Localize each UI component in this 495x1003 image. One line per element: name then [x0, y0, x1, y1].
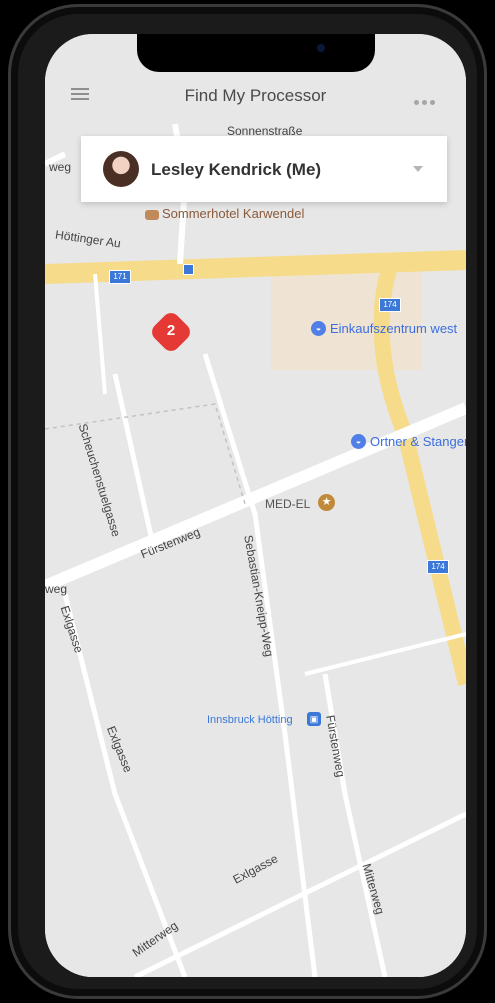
star-icon[interactable]: ★ [318, 494, 335, 511]
bus-stop-icon [183, 264, 194, 275]
poi-label[interactable]: Einkaufszentrum west [330, 321, 457, 336]
hotel-name: Sommerhotel Karwendel [162, 206, 305, 221]
more-options-icon[interactable] [414, 92, 444, 105]
road-number-badge: 171 [109, 270, 131, 284]
top-bar: Find My Processor [45, 74, 466, 116]
shopping-bag-icon[interactable]: ◒ [351, 434, 366, 449]
phone-frame: Find My Processor Sonnenstraße weg Lesle… [8, 4, 487, 999]
bus-icon[interactable]: ▣ [307, 712, 321, 726]
avatar [103, 151, 139, 187]
shopping-bag-icon[interactable]: ◒ [311, 321, 326, 336]
camera [317, 44, 325, 52]
road-number-badge: 174 [427, 560, 449, 574]
user-selector[interactable]: Lesley Kendrick (Me) [81, 136, 447, 202]
transit-label[interactable]: Innsbruck Hötting [207, 714, 293, 726]
notch [137, 34, 375, 72]
road-number-badge: 174 [379, 298, 401, 312]
street-label: weg [45, 582, 68, 596]
hotel-label[interactable]: Sommerhotel Karwendel [145, 206, 304, 221]
processor-cluster-marker[interactable]: 2 [148, 309, 194, 355]
street-label: weg [49, 160, 72, 174]
medel-label[interactable]: MED-EL [265, 497, 310, 511]
cluster-count: 2 [166, 322, 176, 339]
poi-label[interactable]: Ortner & Stanger [370, 434, 466, 449]
page-title: Find My Processor [184, 86, 327, 105]
hotel-icon [145, 209, 159, 220]
chevron-down-icon [413, 166, 423, 172]
app-screen: Find My Processor Sonnenstraße weg Lesle… [45, 34, 466, 977]
user-name: Lesley Kendrick (Me) [151, 160, 322, 179]
